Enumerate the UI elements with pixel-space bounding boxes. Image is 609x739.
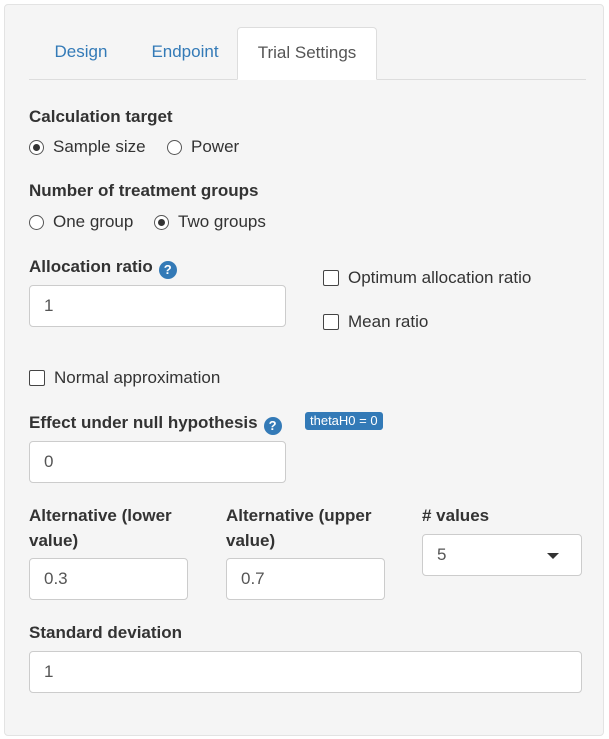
- std-dev-label: Standard deviation: [29, 623, 183, 642]
- radio-sample-size-label: Sample size: [53, 137, 146, 156]
- alt-upper-input[interactable]: [226, 558, 385, 600]
- radio-power[interactable]: Power: [167, 136, 239, 158]
- alt-lower-input[interactable]: [29, 558, 188, 600]
- theta-badge: thetaH0 = 0: [305, 412, 383, 430]
- radio-two-groups-label: Two groups: [178, 212, 266, 231]
- alt-lower-label: Alternative (lower value): [29, 503, 172, 553]
- allocation-ratio-input[interactable]: [29, 285, 286, 327]
- checkbox-mean-ratio[interactable]: Mean ratio: [323, 311, 428, 333]
- checkbox-normal-approximation-label: Normal approximation: [54, 368, 221, 387]
- null-effect-heading: Effect under null hypothesis?: [29, 410, 282, 435]
- radio-two-groups-indicator[interactable]: [154, 214, 169, 230]
- alt-lower-label-line2: value): [29, 531, 79, 550]
- std-dev-input[interactable]: [29, 651, 582, 693]
- alt-upper-label: Alternative (upper value): [226, 503, 371, 553]
- radio-one-group-indicator[interactable]: [29, 214, 44, 230]
- radio-sample-size[interactable]: Sample size: [29, 136, 146, 158]
- allocation-ratio-label: Allocation ratio: [29, 257, 153, 276]
- null-effect-label: Effect under null hypothesis: [29, 413, 258, 432]
- calculation-target-label: Calculation target: [29, 107, 173, 126]
- treatment-groups-label: Number of treatment groups: [29, 181, 259, 200]
- alt-lower-label-line1: Alternative (lower: [29, 506, 172, 525]
- allocation-ratio-heading: Allocation ratio?: [29, 254, 177, 279]
- radio-one-group[interactable]: One group: [29, 211, 133, 233]
- tab-trial-settings[interactable]: Trial Settings: [237, 27, 377, 80]
- tab-endpoint[interactable]: Endpoint: [133, 27, 237, 79]
- tab-bar: Design Endpoint Trial Settings: [29, 27, 586, 80]
- help-icon[interactable]: ?: [158, 261, 177, 279]
- checkbox-normal-approximation-box[interactable]: [29, 370, 45, 386]
- checkbox-mean-ratio-label: Mean ratio: [348, 312, 429, 331]
- checkbox-normal-approximation[interactable]: Normal approximation: [29, 367, 220, 389]
- radio-power-indicator[interactable]: [167, 139, 182, 155]
- radio-power-label: Power: [191, 137, 240, 156]
- alt-upper-label-line1: Alternative (upper: [226, 506, 372, 525]
- checkbox-optimum-allocation[interactable]: Optimum allocation ratio: [323, 267, 531, 289]
- num-values-select[interactable]: 5: [422, 534, 582, 576]
- settings-panel: Design Endpoint Trial Settings Calculati…: [4, 4, 604, 736]
- help-icon[interactable]: ?: [263, 417, 282, 435]
- radio-one-group-label: One group: [53, 212, 134, 231]
- checkbox-mean-ratio-box[interactable]: [323, 314, 339, 330]
- checkbox-optimum-allocation-label: Optimum allocation ratio: [348, 268, 532, 287]
- tab-design[interactable]: Design: [29, 27, 133, 79]
- checkbox-optimum-allocation-box[interactable]: [323, 270, 339, 286]
- num-values-label: # values: [422, 506, 490, 525]
- alt-upper-label-line2: value): [226, 531, 276, 550]
- chevron-down-icon: [547, 553, 559, 559]
- num-values-selected: 5: [437, 545, 447, 564]
- null-effect-input[interactable]: [29, 441, 286, 483]
- radio-two-groups[interactable]: Two groups: [154, 211, 266, 233]
- radio-sample-size-indicator[interactable]: [29, 139, 44, 155]
